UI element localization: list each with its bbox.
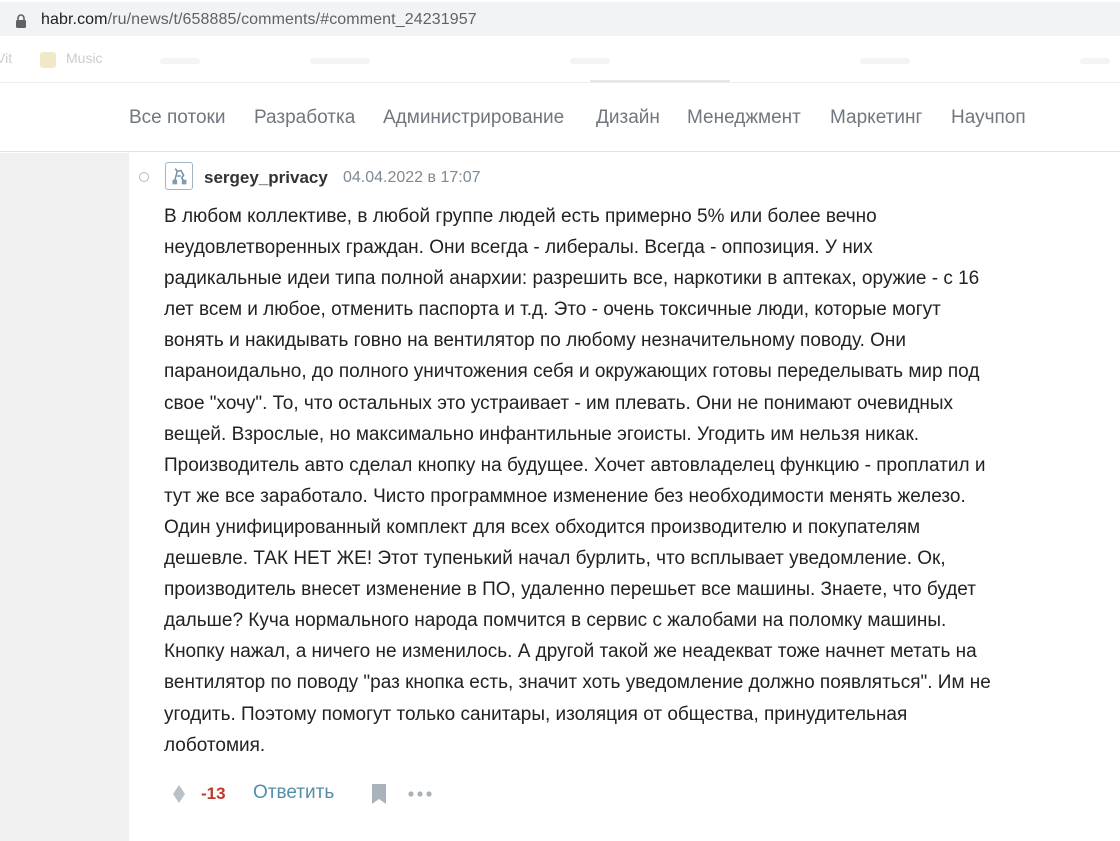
- comment-score: -13: [201, 784, 226, 803]
- comment-line: производитель внесет изменение в ПО, уда…: [164, 579, 976, 601]
- comment-line: радикальные идеи типа полной анархии: ра…: [164, 268, 980, 290]
- bookmark-blur: [1080, 58, 1110, 64]
- comment-line: тут же все заработало. Чисто программное…: [164, 485, 966, 507]
- nav-marketing[interactable]: Маркетинг: [830, 107, 922, 129]
- comment-line: неудовлетворенных граждан. Они всегда - …: [164, 237, 873, 259]
- nav-management[interactable]: Менеджмент: [687, 107, 801, 129]
- avatar-icon[interactable]: [165, 162, 193, 190]
- comment-line: В любом коллективе, в любой группе людей…: [164, 206, 877, 227]
- comment-line: вентилятор по поводу "раз кнопка есть, з…: [164, 672, 991, 694]
- thread-marker: [139, 172, 149, 182]
- comment-line: дешевле. ТАК НЕТ ЖЕ! Этот тупенький нача…: [164, 548, 946, 570]
- nav-design[interactable]: Дизайн: [596, 107, 660, 129]
- comment-line: угодить. Поэтому помогут только санитары…: [164, 703, 908, 725]
- bookmarks-bar: Vit Music: [0, 40, 1120, 78]
- reply-button[interactable]: Ответить: [253, 782, 334, 804]
- nav-administration[interactable]: Администрирование: [383, 107, 564, 129]
- comment-text: В любом коллективе, в любой группе людей…: [164, 201, 1104, 761]
- site-nav: Все потоки Разработка Администрирование …: [0, 82, 1120, 152]
- lock-icon[interactable]: [15, 14, 27, 28]
- url-text[interactable]: habr.com/ru/news/t/658885/comments/#comm…: [41, 11, 477, 29]
- comment-line: параноидально, до полного уничтожения се…: [164, 361, 980, 383]
- bookmark-favicon: [40, 52, 56, 68]
- url-path: /ru/news/t/658885/comments/#comment_2423…: [107, 11, 477, 28]
- comment-line: дальше? Куча нормального народа помчится…: [164, 610, 947, 632]
- address-bar[interactable]: habr.com/ru/news/t/658885/comments/#comm…: [0, 2, 1120, 36]
- nav-all-streams[interactable]: Все потоки: [129, 107, 225, 129]
- comment-line: вонять и накидывать говно на вентилятор …: [164, 330, 907, 352]
- bookmark-music[interactable]: Music: [66, 50, 103, 66]
- url-host: habr.com: [41, 11, 108, 28]
- bookmark-vit[interactable]: Vit: [0, 50, 12, 66]
- bookmark-blur: [160, 58, 200, 64]
- vote-icon[interactable]: [172, 784, 186, 804]
- nav-popsci[interactable]: Научпоп: [951, 107, 1026, 129]
- bookmark-blur: [310, 58, 370, 64]
- comment-line: Кнопку нажал, а ничего не изменилось. А …: [164, 641, 977, 663]
- comment-line: Производитель авто сделал кнопку на буду…: [164, 454, 986, 476]
- nav-development[interactable]: Разработка: [254, 107, 355, 129]
- comment-line: лоботомия.: [164, 734, 266, 756]
- bookmark-blur: [860, 58, 910, 64]
- comment-line: Один унифицированный комплект для всех о…: [164, 516, 921, 538]
- browser-toolbar: habr.com/ru/news/t/658885/comments/#comm…: [0, 0, 1120, 40]
- more-icon[interactable]: [407, 790, 433, 798]
- bookmark-icon[interactable]: [371, 783, 387, 805]
- comment-timestamp[interactable]: 04.04.2022 в 17:07: [343, 169, 481, 187]
- comment-author[interactable]: sergey_privacy: [204, 168, 328, 188]
- comment-line: свое "хочу". То, что остальных это устра…: [164, 392, 954, 414]
- comment-line: лет всем и любое, отменить паспорта и т.…: [164, 299, 941, 321]
- bookmark-blur: [570, 58, 610, 64]
- comment-line: вещей. Взрослые, но максимально инфантил…: [164, 423, 920, 445]
